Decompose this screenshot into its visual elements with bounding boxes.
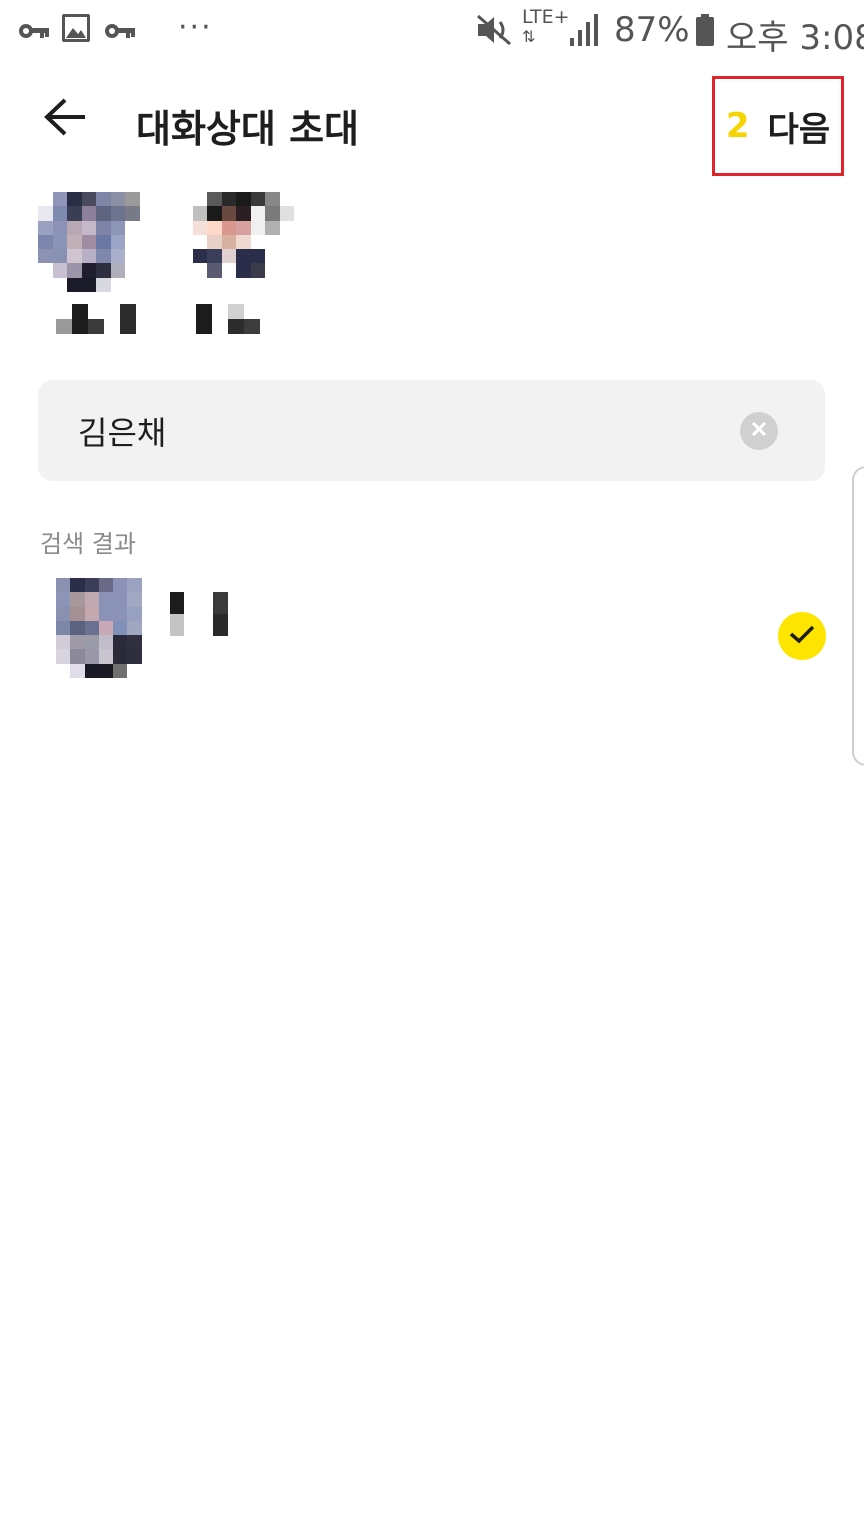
avatar — [56, 578, 156, 678]
more-dots-icon: ··· — [178, 10, 213, 45]
search-input[interactable] — [78, 406, 718, 456]
member-name-mosaic — [170, 592, 242, 636]
search-box — [38, 380, 825, 481]
status-right-icons: LTE+ ⇅ 87% 오후 3:08 — [444, 0, 864, 62]
battery-percent: 87% — [614, 10, 690, 50]
back-button[interactable] — [30, 84, 100, 154]
member-name-mosaic — [196, 304, 276, 334]
result-item[interactable] — [38, 570, 838, 686]
scroll-handle[interactable] — [852, 466, 864, 766]
selected-check-button[interactable] — [778, 612, 826, 660]
selected-member[interactable] — [178, 192, 298, 338]
selected-members — [38, 192, 838, 342]
check-icon — [789, 624, 815, 648]
clock: 오후 3:08 — [726, 18, 864, 58]
selected-member[interactable] — [38, 192, 158, 338]
invite-chat-members-screen: ··· LTE+ ⇅ 87% 오후 3:08 대화상대 초대 2 다음 김은채 … — [0, 0, 864, 1536]
page-title: 대화상대 초대 — [136, 107, 359, 151]
clear-circle-icon — [750, 420, 768, 442]
next-button[interactable]: 2 다음 — [712, 76, 844, 176]
next-label: 다음 — [767, 109, 831, 150]
network-label: LTE+ — [522, 6, 570, 28]
vpn-key-icon — [104, 22, 136, 44]
arrow-left-icon — [43, 97, 87, 141]
mute-icon — [476, 14, 512, 50]
selected-count: 2 — [725, 106, 750, 146]
status-bar: ··· LTE+ ⇅ 87% 오후 3:08 — [0, 0, 864, 62]
battery-icon — [696, 14, 714, 50]
signal-icon — [570, 14, 600, 50]
results-heading: 검색 결과 — [40, 530, 136, 558]
avatar — [38, 192, 154, 292]
clear-search-button[interactable] — [740, 412, 778, 450]
app-header: 대화상대 초대 2 다음 — [0, 62, 864, 188]
image-icon — [62, 14, 90, 46]
member-name-mosaic — [56, 304, 136, 334]
avatar — [178, 192, 294, 292]
vpn-key-icon — [18, 22, 50, 44]
lte-plus-icon: LTE+ ⇅ — [522, 6, 570, 47]
